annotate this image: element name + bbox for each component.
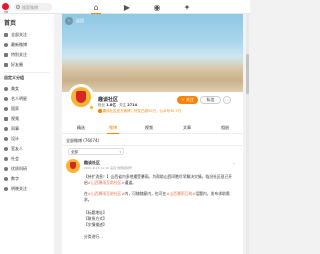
sidebar: 首页 全部关注 最新微博 特别关注 好友圈 自定义分组 美女 名人明星 国家 视… bbox=[0, 14, 54, 254]
active-tab-indicator bbox=[107, 133, 119, 134]
back-label[interactable]: 返回 bbox=[76, 18, 84, 24]
post-paragraph: 分类进行... bbox=[84, 234, 103, 239]
filter-dropdown[interactable]: 全部 ▾ bbox=[68, 148, 124, 155]
clock-icon bbox=[4, 42, 8, 47]
tab-weibo[interactable]: 微博 bbox=[98, 125, 128, 131]
tab-album[interactable]: 相册 bbox=[210, 125, 240, 131]
shield-icon bbox=[76, 91, 86, 103]
group-icon bbox=[4, 62, 8, 67]
user-icon bbox=[4, 156, 8, 161]
divider bbox=[4, 72, 50, 73]
profile-banner: ‹ 返回 bbox=[62, 14, 243, 92]
verified-description: 趣谈社区官方微博，好友已超50万，公众号30.7万 bbox=[98, 109, 181, 114]
sidebar-item-latest[interactable]: 最新微博 bbox=[4, 41, 27, 48]
avatar[interactable] bbox=[68, 84, 94, 110]
home-icon[interactable]: ⌂ bbox=[91, 2, 101, 12]
user-icon bbox=[4, 136, 8, 141]
tab-articles[interactable]: 文章 bbox=[172, 125, 202, 131]
tab-video[interactable]: 视频 bbox=[134, 125, 164, 131]
profile-stats: 粉丝 1.8亿 关注 2714 bbox=[98, 103, 138, 107]
post-meta: 2021-8-18 11:10 来自 微博视频号 bbox=[84, 166, 133, 170]
video-icon bbox=[4, 116, 8, 121]
post-avatar[interactable] bbox=[66, 159, 80, 173]
user-icon bbox=[4, 126, 8, 131]
weibo-logo-icon[interactable] bbox=[2, 3, 9, 10]
sidebar-group-item[interactable]: 明晓关注 bbox=[4, 185, 27, 192]
scrollbar-thumb[interactable] bbox=[246, 54, 249, 94]
all-weibo-count: 全部微博 (76074) bbox=[66, 138, 100, 143]
hashtag-link[interactable]: #山西暴雨互助# bbox=[166, 191, 195, 196]
search-input[interactable]: 搜索微博 bbox=[14, 3, 52, 11]
user-icon bbox=[4, 176, 8, 181]
sidebar-group-item[interactable]: 名人明星 bbox=[4, 95, 27, 102]
scrollbar[interactable] bbox=[246, 14, 249, 254]
sidebar-group-item[interactable]: 同事 bbox=[4, 125, 19, 132]
post-paragraph: 【持扩消息！】山西省内多地遭受暴雨。为帮助山西同胞尽早解决灾情，临汾社区现已开启… bbox=[84, 174, 233, 185]
sidebar-group-item[interactable]: 视频 bbox=[4, 115, 19, 122]
sidebar-item-special[interactable]: 特别关注 bbox=[4, 51, 27, 58]
user-icon bbox=[4, 146, 8, 151]
user-icon bbox=[4, 106, 8, 111]
post-field: 【联系方式】 bbox=[84, 216, 107, 221]
message-button[interactable]: 私信 bbox=[200, 96, 221, 104]
sidebar-item-all-follow[interactable]: 全部关注 bbox=[4, 31, 27, 38]
search-icon bbox=[16, 4, 20, 9]
sidebar-group-item[interactable]: 优质科研 bbox=[4, 165, 27, 172]
post-more-icon[interactable]: ⌄ bbox=[232, 160, 235, 165]
user-icon bbox=[4, 166, 8, 171]
sidebar-group-item[interactable]: 设计 bbox=[4, 135, 19, 142]
user-icon bbox=[4, 96, 8, 101]
divider bbox=[62, 145, 243, 146]
verified-badge-icon bbox=[89, 105, 94, 110]
post-field: 【标题地址】 bbox=[84, 210, 107, 215]
sidebar-group-item[interactable]: 国家 bbox=[4, 105, 19, 112]
hashtag-link[interactable]: #山西暴雨互助社区# bbox=[88, 180, 125, 185]
tab-featured[interactable]: 精选 bbox=[66, 125, 96, 131]
post-field: 【灾情描述】 bbox=[84, 222, 107, 227]
sidebar-group-item[interactable]: 社会 bbox=[4, 155, 19, 162]
video-icon[interactable]: ▶ bbox=[122, 2, 132, 12]
more-options-button[interactable]: ⋯ bbox=[223, 96, 231, 104]
profile-card: ‹ 返回 趣谈社区 粉丝 1.8亿 关注 2714 + 关注 私信 ⋯ 趣谈社区… bbox=[62, 14, 243, 254]
avatar-image bbox=[71, 87, 91, 107]
hot-icon[interactable]: ◉ bbox=[152, 2, 162, 12]
star-icon bbox=[4, 52, 8, 57]
shield-icon bbox=[70, 162, 76, 169]
hashtag-link[interactable]: #山西暴雨互助社区# bbox=[88, 191, 125, 196]
home-icon bbox=[4, 32, 8, 37]
game-icon[interactable]: ✦ bbox=[182, 2, 192, 12]
section-title: 自定义分组 bbox=[4, 74, 24, 80]
user-icon bbox=[4, 186, 8, 191]
sidebar-group-item[interactable]: 数字 bbox=[4, 175, 19, 182]
user-icon bbox=[4, 86, 8, 91]
back-icon[interactable]: ‹ bbox=[65, 17, 73, 25]
follow-button[interactable]: + 关注 bbox=[177, 96, 198, 104]
sidebar-item-friends[interactable]: 好友圈 bbox=[4, 61, 23, 68]
profile-tabs: 精选 微博 视频 文章 相册 bbox=[62, 122, 243, 134]
chevron-down-icon: ▾ bbox=[119, 150, 121, 154]
sidebar-title: 首页 bbox=[4, 20, 17, 27]
sidebar-group-item[interactable]: 美女 bbox=[4, 85, 19, 92]
profile-name: 趣谈社区 bbox=[98, 97, 119, 103]
sidebar-group-item[interactable]: 室友人 bbox=[4, 145, 23, 152]
post-paragraph: 在#山西暴雨互助社区#内，可随随意内，也可在#山西暴雨互助#话题内，发布求助需求… bbox=[84, 191, 230, 202]
search-placeholder: 搜索微博 bbox=[22, 4, 38, 10]
top-nav-bar: 微博 搜索微博 ⌂ ▶ ◉ ✦ bbox=[0, 0, 250, 14]
verified-icon bbox=[98, 109, 102, 113]
